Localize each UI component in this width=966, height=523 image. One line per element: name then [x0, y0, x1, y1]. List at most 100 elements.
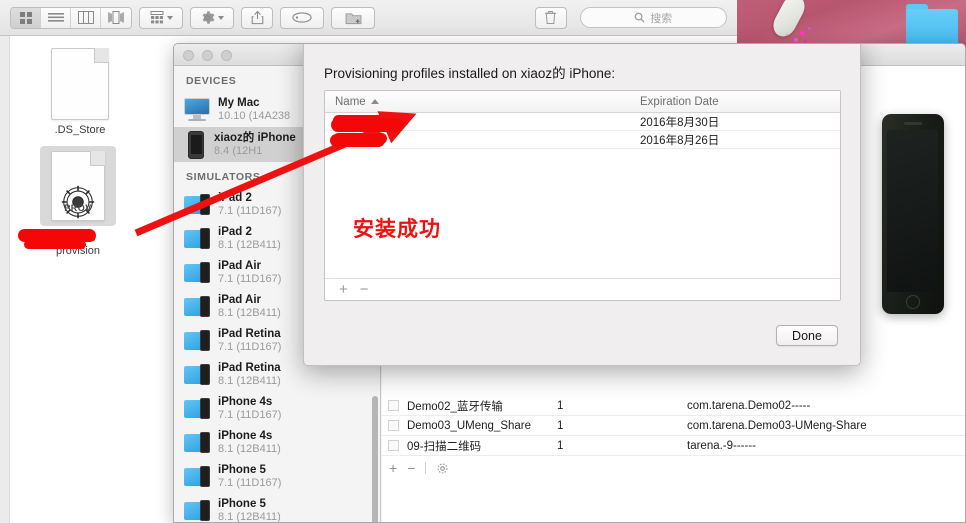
- app-icon: [388, 440, 399, 451]
- chevron-down-icon: [166, 15, 173, 20]
- column-view-button[interactable]: [71, 7, 101, 28]
- simulator-name: iPad 2: [218, 226, 252, 239]
- sidebar-simulator-item[interactable]: iPhone 4s 7.1 (11D167): [174, 392, 380, 426]
- profiles-table-footer: + −: [325, 278, 840, 300]
- simulator-icon: [184, 330, 210, 352]
- app-name: Demo02_蓝牙传输: [407, 400, 503, 413]
- app-count: 1: [557, 399, 564, 412]
- simulator-name: iPhone 4s: [218, 430, 273, 443]
- column-header-name[interactable]: Name: [325, 96, 640, 108]
- new-folder-icon: [345, 12, 361, 24]
- gear-icon[interactable]: [436, 462, 449, 475]
- folder-body: [906, 9, 958, 46]
- tag-button[interactable]: [280, 6, 324, 29]
- finder-sidebar-edge: [0, 36, 10, 523]
- simulator-name: iPhone 4s: [218, 396, 273, 409]
- simulator-icon: [184, 228, 210, 250]
- simulator-icon: [184, 364, 210, 386]
- device-photo: [882, 114, 944, 314]
- chevron-down-icon: [218, 15, 224, 20]
- app-name: Demo03_UMeng_Share: [407, 419, 532, 432]
- simulator-name: iPhone 5: [218, 464, 266, 477]
- share-button[interactable]: [241, 6, 273, 29]
- view-mode-segmented-control[interactable]: [10, 6, 132, 29]
- trash-icon: [544, 10, 557, 25]
- simulator-name: iPad Retina: [218, 328, 281, 341]
- simulator-name: iPad Retina: [218, 362, 281, 375]
- minimize-button[interactable]: [202, 50, 213, 61]
- arrange-button[interactable]: [139, 6, 183, 29]
- add-profile-button[interactable]: +: [339, 281, 348, 298]
- simulator-version: 7.1 (11D167): [218, 273, 282, 286]
- remove-app-button[interactable]: −: [407, 460, 415, 476]
- search-icon: [634, 12, 645, 23]
- action-menu-button[interactable]: [190, 6, 234, 29]
- window-controls[interactable]: [183, 50, 232, 61]
- imac-icon: [184, 97, 210, 122]
- installed-apps-table: Demo02_蓝牙传输 1 com.tarena.Demo02----- Demo03…: [382, 396, 965, 480]
- simulator-name: iPad Air: [218, 260, 262, 273]
- close-button[interactable]: [183, 50, 194, 61]
- columns-icon: [77, 11, 94, 24]
- app-count: 1: [557, 439, 564, 452]
- app-bundle-id: com.tarena.Demo03-UMeng-Share: [687, 419, 867, 432]
- zoom-button[interactable]: [221, 50, 232, 61]
- profile-expiration: 2016年8月26日: [640, 134, 720, 147]
- table-row[interactable]: Demo02_蓝牙传输 1 com.tarena.Demo02-----: [382, 396, 965, 416]
- sparkle-icon: [786, 34, 788, 36]
- screen: 搜索 .DS_Store PROV provision DEVICES My M…: [0, 0, 966, 523]
- simulator-name: iPhone 5: [218, 498, 266, 511]
- simulator-icon: [184, 194, 210, 216]
- icon-view-button[interactable]: [11, 7, 41, 28]
- new-folder-button[interactable]: [331, 6, 375, 29]
- table-row[interactable]: 2016年8月26日: [325, 131, 840, 149]
- device-name: xiaoz的 iPhone: [214, 131, 296, 144]
- sidebar-simulator-item[interactable]: iPhone 5 8.1 (12B411): [174, 494, 380, 523]
- simulator-version: 8.1 (12B411): [218, 239, 281, 252]
- document-icon: [51, 48, 109, 120]
- divider: [425, 462, 427, 474]
- simulator-version: 8.1 (12B411): [218, 375, 281, 388]
- delete-button[interactable]: [534, 6, 567, 29]
- desktop-item-label: .DS_Store: [54, 124, 106, 136]
- add-app-button[interactable]: +: [389, 460, 397, 476]
- simulator-version: 8.1 (12B411): [218, 307, 281, 320]
- simulator-version: 8.1 (12B411): [218, 511, 281, 523]
- simulator-icon: [184, 296, 210, 318]
- prov-badge-label: PROV: [64, 203, 92, 213]
- simulator-icon: [184, 398, 210, 420]
- app-bundle-id: com.tarena.Demo02-----: [687, 399, 811, 412]
- gear-icon: [61, 185, 95, 219]
- search-input[interactable]: 搜索: [579, 7, 727, 28]
- iphone-icon: [188, 130, 204, 159]
- simulator-name: iPad 2: [218, 192, 252, 205]
- share-icon: [251, 11, 263, 25]
- annotation-success-text: 安装成功: [353, 217, 441, 241]
- sidebar-scrollbar[interactable]: [372, 396, 378, 522]
- app-name: 09-扫描二维码: [407, 440, 482, 453]
- simulator-icon: [184, 466, 210, 488]
- done-button[interactable]: Done: [776, 325, 838, 346]
- list-view-button[interactable]: [41, 7, 71, 28]
- table-row[interactable]: Demo03_UMeng_Share 1 com.tarena.Demo03-UMe…: [382, 416, 965, 436]
- app-icon: [388, 400, 399, 411]
- desktop-folder-icon[interactable]: [906, 4, 958, 46]
- sidebar-simulator-item[interactable]: iPhone 5 7.1 (11D167): [174, 460, 380, 494]
- redaction-bar-profile-1: [331, 118, 403, 132]
- arrange-icon: [150, 11, 163, 24]
- app-count: 1: [557, 419, 564, 432]
- remove-profile-button[interactable]: −: [360, 281, 369, 298]
- coverflow-view-button[interactable]: [101, 7, 131, 28]
- simulator-name: iPad Air: [218, 294, 262, 307]
- simulator-version: 7.1 (11D167): [218, 477, 282, 490]
- table-row[interactable]: 09-扫描二维码 1 tarena.-9------: [382, 436, 965, 456]
- device-version: 10.10 (14A238: [218, 109, 291, 122]
- profiles-table-header: Name Expiration Date: [325, 91, 840, 113]
- finder-toolbar: 搜索: [0, 0, 737, 36]
- sparkle-icon: [794, 38, 798, 42]
- app-bundle-id: tarena.-9------: [687, 439, 757, 452]
- desktop-item-ds-store[interactable]: .DS_Store: [28, 48, 132, 137]
- column-header-expiration[interactable]: Expiration Date: [640, 96, 840, 108]
- sidebar-simulator-item[interactable]: iPhone 4s 8.1 (12B411): [174, 426, 380, 460]
- simulator-version: 7.1 (11D167): [218, 341, 282, 354]
